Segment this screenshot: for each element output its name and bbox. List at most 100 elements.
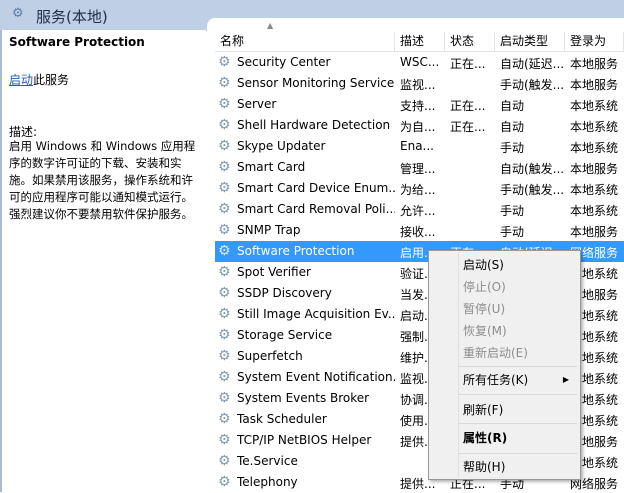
cell-log-on-as: 本地系统 [570, 141, 619, 155]
service-gear-icon: ⚙ [218, 243, 231, 259]
start-service-link[interactable]: 启动 [9, 73, 33, 87]
cell-description: 允许... [400, 204, 436, 218]
cell-startup-type: 手动(触发... [500, 183, 565, 197]
service-gear-icon: ⚙ [218, 306, 231, 322]
context-menu: 启动(S) 停止(O) 暂停(U) 恢复(M) 重新启动(E) 所有任务(K) ▶ 刷新(F)… [428, 250, 581, 480]
cell-log-on-as: 本地服务 [570, 162, 619, 176]
column-header: 名称 ▲ 描述 状态 启动类型 登录为 [215, 21, 624, 52]
services-icon: ⚙ [12, 6, 24, 21]
cell-name: Spot Verifier [237, 265, 311, 279]
menu-item[interactable]: 属性(R) [463, 428, 575, 448]
cell-description: 接收... [400, 225, 436, 239]
service-gear-icon: ⚙ [218, 474, 231, 490]
cell-name: TCP/IP NetBIOS Helper [237, 433, 372, 447]
menu-item-label: 停止(O) [463, 280, 506, 294]
menu-item-label: 刷新(F) [463, 403, 504, 417]
column-header-log-on-as[interactable]: 登录为 [565, 32, 624, 52]
service-gear-icon: ⚙ [218, 327, 231, 343]
cell-name: System Event Notification... [237, 370, 395, 384]
cell-status: 正在... [450, 99, 486, 113]
service-row[interactable]: ⚙ Smart Card Device Enum... 为给... 手动(触发... 本… [215, 178, 624, 199]
cell-log-on-as: 本地服务 [570, 225, 619, 239]
column-header-name[interactable]: 名称 [215, 32, 395, 52]
cell-startup-type: 手动 [500, 204, 525, 218]
service-gear-icon: ⚙ [218, 453, 231, 469]
service-row[interactable]: ⚙ SNMP Trap 接收... 手动 本地服务 [215, 220, 624, 241]
service-gear-icon: ⚙ [218, 96, 231, 112]
cell-name: Task Scheduler [237, 412, 327, 426]
cell-startup-type: 手动 [500, 141, 525, 155]
menu-separator [459, 423, 577, 424]
cell-startup-type: 手动 [500, 225, 525, 239]
service-gear-icon: ⚙ [218, 369, 231, 385]
cell-status: 正在... [450, 120, 486, 134]
menu-separator [459, 366, 577, 367]
service-gear-icon: ⚙ [218, 390, 231, 406]
service-gear-icon: ⚙ [218, 432, 231, 448]
cell-log-on-as: 本地系统 [570, 99, 619, 113]
cell-description: WSC... [400, 55, 440, 69]
cell-description: 监视... [400, 78, 436, 92]
cell-name: Smart Card Removal Poli... [237, 202, 395, 216]
cell-name: Security Center [237, 55, 331, 69]
service-gear-icon: ⚙ [218, 201, 231, 217]
menu-item-label: 帮助(H) [463, 460, 506, 474]
menu-item: 重新启动(E) [463, 343, 575, 363]
cell-name: SSDP Discovery [237, 286, 332, 300]
menu-item-label: 所有任务(K) [463, 373, 529, 387]
service-gear-icon: ⚙ [218, 348, 231, 364]
cell-status: 正在... [450, 57, 486, 71]
menu-item: 停止(O) [463, 277, 575, 297]
cell-log-on-as: 本地服务 [570, 57, 619, 71]
column-header-description[interactable]: 描述 [395, 32, 445, 52]
service-row[interactable]: ⚙ Sensor Monitoring Service 监视... 手动(触发... 本… [215, 73, 624, 94]
cell-startup-type: 自动(触发... [500, 162, 565, 176]
cell-name: Skype Updater [237, 139, 326, 153]
menu-item[interactable]: 启动(S) [463, 255, 575, 275]
service-gear-icon: ⚙ [218, 138, 231, 154]
service-row[interactable]: ⚙ Security Center WSC... 正在... 自动(延迟... 本地服务 [215, 52, 624, 73]
cell-name: Te.Service [237, 454, 298, 468]
menu-separator [459, 394, 577, 395]
menu-item[interactable]: 刷新(F) [463, 400, 575, 420]
cell-name: Telephony [237, 475, 298, 489]
cell-description: 为自... [400, 120, 436, 134]
service-gear-icon: ⚙ [218, 54, 231, 70]
menu-item-label: 重新启动(E) [463, 346, 528, 360]
cell-name: Software Protection [237, 244, 355, 258]
service-row[interactable]: ⚙ Smart Card Removal Poli... 允许... 手动 本地系统 [215, 199, 624, 220]
menu-item-label: 恢复(M) [463, 324, 507, 338]
cell-description: Ena... [400, 139, 434, 153]
service-gear-icon: ⚙ [218, 180, 231, 196]
service-row[interactable]: ⚙ Shell Hardware Detection 为自... 正在... 自动 本地系… [215, 115, 624, 136]
service-gear-icon: ⚙ [218, 159, 231, 175]
service-row[interactable]: ⚙ Server 支持... 正在... 自动 本地系统 [215, 94, 624, 115]
cell-name: Shell Hardware Detection [237, 118, 391, 132]
service-row[interactable]: ⚙ Skype Updater Ena... 手动 本地系统 [215, 136, 624, 157]
menu-item: 暂停(U) [463, 299, 575, 319]
column-header-startup-type[interactable]: 启动类型 [495, 32, 565, 52]
cell-name: Smart Card [237, 160, 306, 174]
menu-item[interactable]: 所有任务(K) ▶ [463, 370, 575, 390]
cell-name: Still Image Acquisition Ev... [237, 307, 395, 321]
cell-log-on-as: 本地系统 [570, 120, 619, 134]
cell-log-on-as: 本地系统 [570, 204, 619, 218]
service-row[interactable]: ⚙ Smart Card 管理... 自动(触发... 本地服务 [215, 157, 624, 178]
cell-log-on-as: 本地服务 [570, 78, 619, 92]
cell-name: Storage Service [237, 328, 333, 342]
menu-item-label: 启动(S) [463, 258, 504, 272]
cell-name: Sensor Monitoring Service [237, 76, 395, 90]
menu-item[interactable]: 帮助(H) [463, 457, 575, 477]
service-gear-icon: ⚙ [218, 285, 231, 301]
menu-item-label: 属性(R) [463, 431, 508, 445]
cell-log-on-as: 本地系统 [570, 183, 619, 197]
selected-service-name: Software Protection [9, 35, 145, 49]
service-gear-icon: ⚙ [218, 117, 231, 133]
cell-description: 管理... [400, 162, 436, 176]
submenu-arrow-icon: ▶ [562, 375, 569, 384]
menu-separator [459, 453, 577, 454]
description-text: 启用 Windows 和 Windows 应用程序的数字许可证的下载、安装和实施… [9, 139, 196, 221]
column-header-status[interactable]: 状态 [445, 32, 495, 52]
menu-item: 恢复(M) [463, 321, 575, 341]
cell-startup-type: 手动(触发... [500, 78, 565, 92]
